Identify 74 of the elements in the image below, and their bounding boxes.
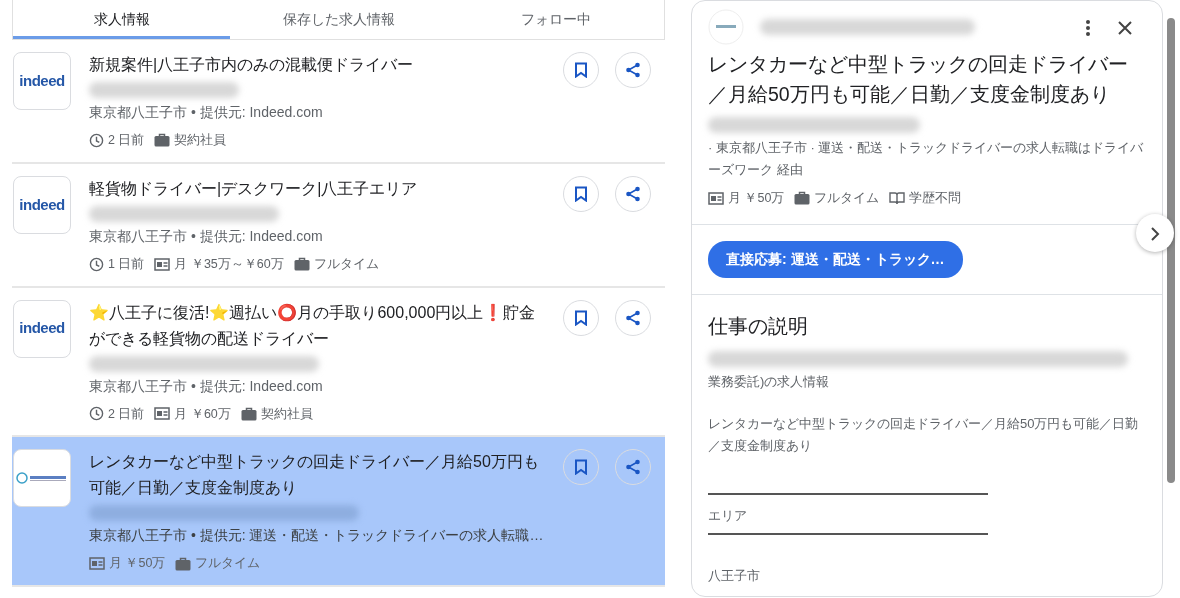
share-icon	[625, 185, 641, 202]
bookmark-icon	[574, 185, 588, 202]
bookmark-button[interactable]	[563, 175, 599, 212]
share-button[interactable]	[615, 449, 651, 486]
share-button[interactable]	[615, 175, 651, 212]
company-logo: indeed	[13, 299, 71, 358]
clock-icon	[89, 406, 104, 422]
share-button[interactable]	[615, 299, 651, 336]
meta-text: 学歴不問	[909, 190, 962, 207]
meta-text: 月 ￥50万	[728, 190, 785, 207]
job-source: · 東京都八王子市 · 運送・配送・トラックドライバーの求人転職はドライバーズワーク 経由	[708, 139, 1145, 179]
share-icon	[625, 309, 641, 326]
meta-text: 月 ￥60万	[174, 405, 231, 423]
bookmark-button[interactable]	[563, 52, 599, 88]
apply-button[interactable]: 直接応募: 運送・配送・トラック…	[708, 240, 963, 278]
briefcase-icon	[154, 133, 171, 148]
close-icon	[1117, 19, 1133, 36]
job-title: ⭐八王子に復活!⭐週払い⭕月の手取り600,000円以上❗貯金ができる軽貨物の配送ドライバー	[89, 302, 537, 349]
job-title: レンタカーなど中型トラックの回走ドライバー／月給50万円も可能／日勤／支度金制度あり	[708, 52, 1129, 107]
job-listing[interactable]: indeed 軽貨物ドライバー|デスクワーク|八王子エリア 東京都八王子市 • 提供元: Indeed.com 1 日前 月 ￥35万～￥60万 フルタイム	[12, 163, 665, 288]
job-listing[interactable]: indeed 新規案件|八王子市内のみの混載便ドライバー 東京都八王子市 • 提供元: Indeed.com 2 日前 契約社員	[12, 40, 665, 164]
briefcase-icon	[240, 406, 257, 421]
bookmark-button[interactable]	[563, 299, 599, 336]
description-text: エリア	[708, 506, 748, 525]
job-title: 軽貨物ドライバー|デスクワーク|八王子エリア	[89, 178, 419, 199]
tab[interactable]: 保存した求人情報	[230, 0, 447, 39]
description-text: レンタカーなど中型トラックの回走ドライバー／月給50万円も可能／日勤／支度金制度あり	[708, 414, 1140, 455]
next-button[interactable]	[1136, 214, 1174, 252]
meta-text: 2 日前	[108, 405, 145, 423]
money-card-icon	[154, 407, 171, 421]
briefcase-icon	[293, 257, 310, 272]
meta-text: フルタイム	[195, 555, 261, 573]
meta-text: 契約社員	[260, 405, 313, 423]
bookmark-icon	[574, 62, 588, 78]
clock-icon	[89, 132, 104, 148]
bookmark-icon	[574, 459, 588, 476]
job-source: 東京都八王子市 • 提供元: Indeed.com	[89, 226, 324, 246]
description-text: 業務委託)の求人情報	[708, 372, 831, 391]
clock-icon	[89, 256, 104, 272]
meta-text: フルタイム	[814, 190, 880, 207]
company-logo	[708, 9, 744, 45]
tab[interactable]: 求人情報	[13, 0, 230, 39]
book-icon	[889, 191, 906, 206]
company-logo: indeed	[13, 52, 71, 110]
share-icon	[625, 459, 641, 476]
more-icon	[1085, 18, 1091, 37]
meta-text: フルタイム	[313, 255, 379, 273]
share-button[interactable]	[615, 52, 651, 88]
scrollbar[interactable]	[1167, 18, 1175, 483]
tab[interactable]: フォロー中	[447, 0, 664, 39]
meta-text: 契約社員	[174, 132, 227, 149]
job-title: レンタカーなど中型トラックの回走ドライバー／月給50万円も可能／日勤／支度金制度あり	[89, 452, 540, 499]
company-logo	[13, 449, 71, 508]
description-text: 八王子市	[708, 566, 761, 585]
job-source: 東京都八王子市 • 提供元: Indeed.com	[89, 103, 324, 122]
meta-text: 月 ￥50万	[109, 555, 166, 573]
meta-text: 2 日前	[108, 132, 145, 149]
meta-text: 1 日前	[108, 255, 145, 273]
money-card-icon	[154, 257, 171, 271]
briefcase-icon	[794, 191, 811, 206]
company-logo: indeed	[13, 175, 71, 234]
meta-text: 月 ￥35万～￥60万	[174, 255, 284, 273]
share-icon	[625, 62, 641, 78]
chevron-right-icon	[1150, 226, 1160, 241]
job-source: 東京都八王子市 • 提供元: 運送・配送・トラックドライバーの求人転職…	[89, 526, 545, 546]
job-source: 東京都八王子市 • 提供元: Indeed.com	[89, 376, 324, 396]
job-title: 新規案件|八王子市内のみの混載便ドライバー	[89, 55, 415, 75]
job-listing[interactable]: レンタカーなど中型トラックの回走ドライバー／月給50万円も可能／日勤／支度金制度あり 東京都八王子市 • 提供元: 運送・配送・トラックドライバーの求人転職… 月 ￥50万 フルタイム	[12, 437, 665, 587]
money-card-icon	[708, 191, 724, 205]
money-card-icon	[89, 557, 105, 571]
briefcase-icon	[175, 556, 192, 571]
bookmark-icon	[574, 309, 588, 326]
bookmark-button[interactable]	[563, 449, 599, 486]
section-heading: 仕事の説明	[708, 313, 809, 339]
